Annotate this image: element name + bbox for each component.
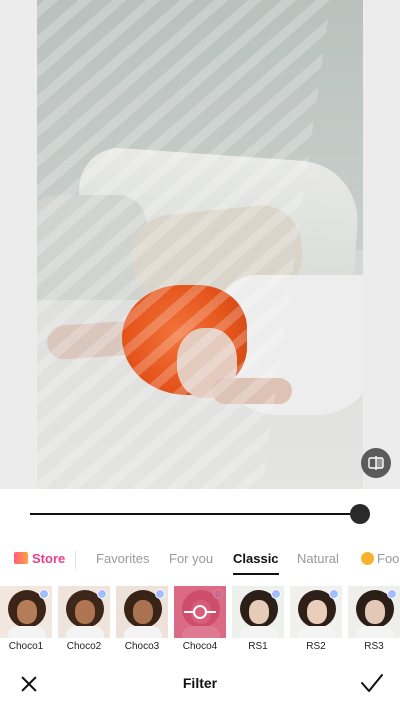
filter-panel: Store Favorites For you Classic Natural … [0,489,400,711]
thumbnail-body [356,626,394,638]
premium-badge-icon [155,589,165,599]
selected-overlay [174,586,226,638]
filter-item-choco4[interactable]: Choco4 [174,586,226,652]
filter-item-choco2[interactable]: Choco2 [58,586,110,652]
filter-thumbnail [116,586,168,638]
filter-thumbnail [348,586,400,638]
premium-badge-icon [97,589,107,599]
thumbnail-face [75,600,95,624]
filter-label: Choco1 [8,641,44,652]
thumbnail-face [365,600,385,624]
slider-fill [30,513,360,515]
filter-item-rs1[interactable]: RS1 [232,586,284,652]
tab-natural[interactable]: Natural [297,545,339,579]
slider-thumb[interactable] [350,504,370,524]
intensity-slider[interactable] [30,504,370,524]
thumbnail-body [124,626,162,638]
filter-thumbnail-list: Choco1 Choco2 Choco3 Choco4 RS1 RS2 RS3 [0,586,400,656]
filter-item-choco3[interactable]: Choco3 [116,586,168,652]
thumbnail-body [66,626,104,638]
thumbnail-face [17,600,37,624]
thumbnail-body [298,626,336,638]
filter-label: RS2 [306,641,326,652]
tab-favorites[interactable]: Favorites [96,545,149,579]
checkmark-icon[interactable] [360,672,384,694]
compare-icon [368,456,384,470]
adjust-icon-bar [206,611,216,613]
screen-title: Filter [182,675,218,691]
compare-button[interactable] [361,448,391,478]
filter-item-rs3[interactable]: RS3 [348,586,400,652]
filter-editor-screen: Store Favorites For you Classic Natural … [0,0,400,711]
active-tab-indicator [233,573,279,575]
premium-badge-icon [329,589,339,599]
tab-food-label: Foo [377,551,400,566]
filter-thumbnail [290,586,342,638]
close-icon[interactable] [18,673,40,695]
premium-badge-icon [39,589,49,599]
filter-label: RS1 [248,641,268,652]
thumbnail-body [8,626,46,638]
thumbnail-face [133,600,153,624]
filter-thumbnail [174,586,226,638]
thumbnail-face [307,600,327,624]
tab-store-label: Store [32,551,66,566]
thumbnail-face [249,600,269,624]
food-emoji-icon [361,552,374,565]
filter-thumbnail [58,586,110,638]
thumbnail-body [240,626,278,638]
tab-for-you[interactable]: For you [169,545,213,579]
filter-label: Choco4 [182,641,218,652]
filter-label: Choco2 [66,641,102,652]
photo-preview[interactable] [37,0,363,490]
tab-food[interactable]: Foo [361,545,399,579]
tab-classic[interactable]: Classic [233,545,279,579]
filter-label: Choco3 [124,641,160,652]
tab-store[interactable]: Store [14,545,65,579]
adjust-icon-bar [184,611,194,613]
filter-item-choco1[interactable]: Choco1 [0,586,52,652]
tab-divider [75,551,76,569]
premium-badge-icon [387,589,397,599]
tab-classic-label: Classic [233,551,279,566]
premium-badge-icon [271,589,281,599]
adjust-icon [193,605,207,619]
filter-label: RS3 [364,641,384,652]
filter-thumbnail [232,586,284,638]
bottom-bar: Filter [0,661,400,711]
filter-thumbnail [0,586,52,638]
filter-item-rs2[interactable]: RS2 [290,586,342,652]
filter-category-tabs: Store Favorites For you Classic Natural … [0,545,400,579]
store-icon [14,552,28,564]
